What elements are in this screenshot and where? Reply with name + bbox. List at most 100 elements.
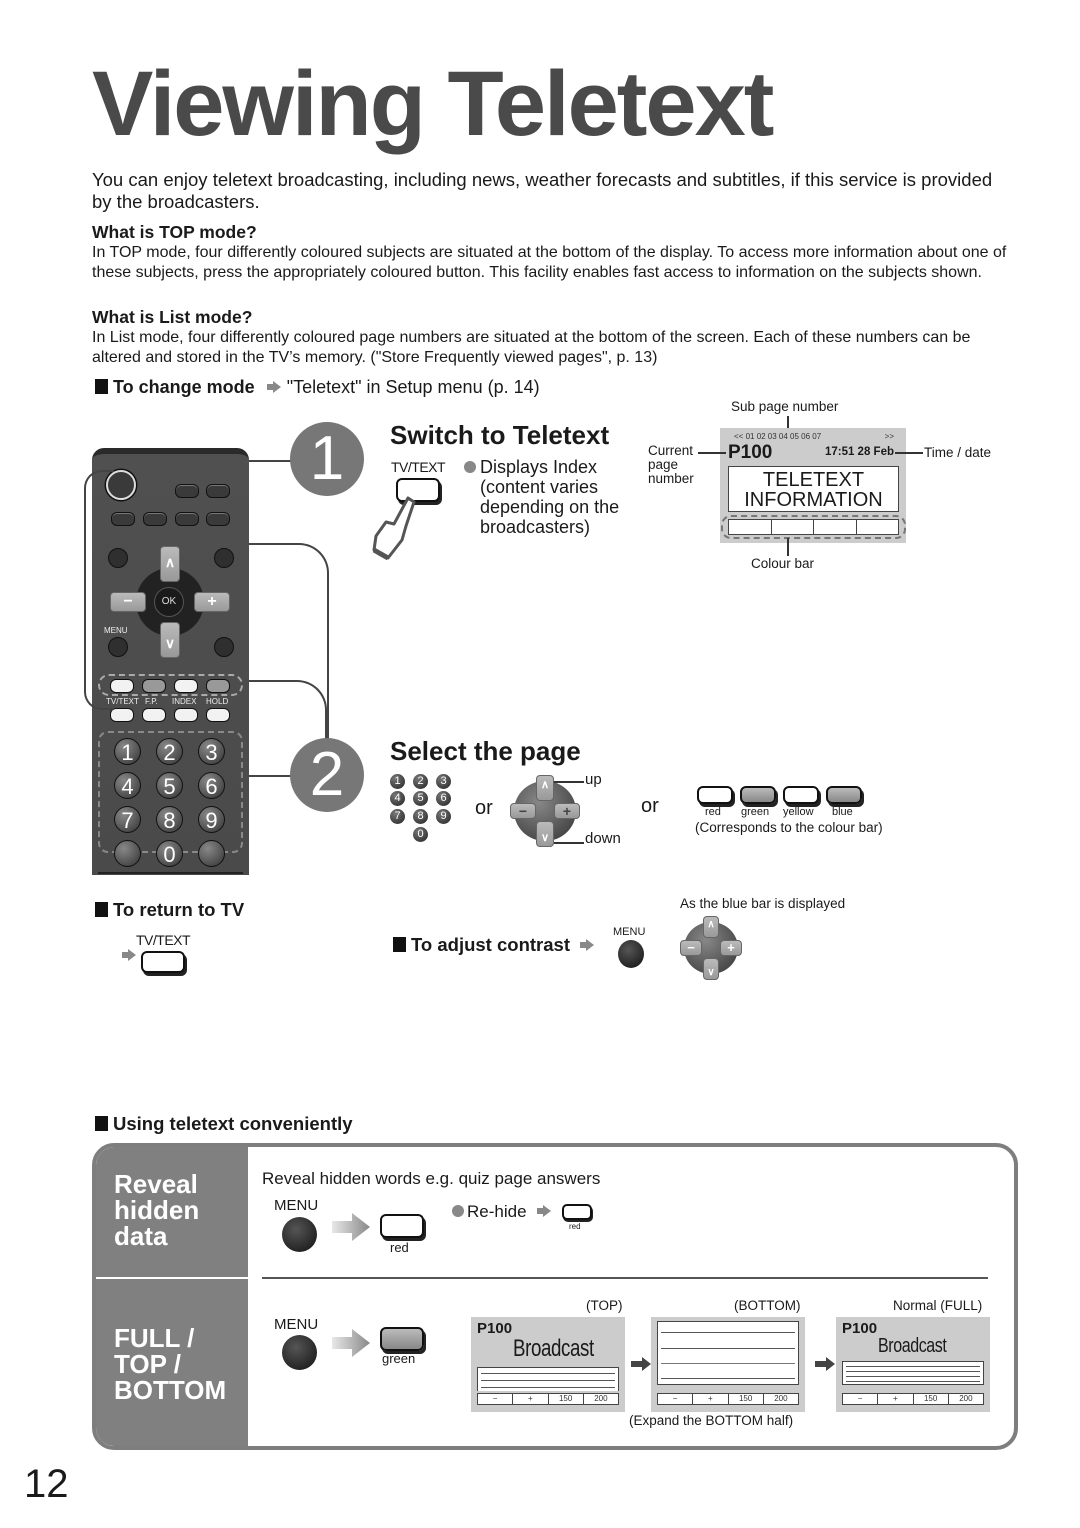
menu-button[interactable] <box>282 1335 317 1370</box>
bar-cell: 150 <box>549 1394 584 1404</box>
digit-5-key[interactable]: 5 <box>413 791 428 806</box>
remote-round-button[interactable] <box>214 637 234 657</box>
menu-label: MENU <box>613 926 646 938</box>
body-line: TELETEXT <box>762 469 865 491</box>
note-line: Displays Index <box>480 457 598 477</box>
red-key[interactable] <box>697 786 733 804</box>
digit-7-button[interactable]: 7 <box>114 806 141 833</box>
ok-button[interactable]: OK <box>154 587 184 617</box>
dpad-down-key[interactable]: ∨ <box>536 821 554 847</box>
remote-round-button[interactable] <box>198 840 225 867</box>
bullet-dot-icon <box>452 1205 464 1217</box>
digit-7-key[interactable]: 7 <box>390 809 405 824</box>
sub-pages: << 01 02 03 04 05 06 07 <box>734 432 822 441</box>
top-mode-text: In TOP mode, four differently coloured s… <box>92 244 1007 281</box>
digit-1-key[interactable]: 1 <box>390 774 405 789</box>
teletext-screen: << 01 02 03 04 05 06 07 >> P100 17:51 28… <box>720 428 906 543</box>
remote-button[interactable] <box>206 512 230 526</box>
convenient-panel: Reveal hidden data Reveal hidden words e… <box>92 1143 1018 1450</box>
screen-caption: Normal (FULL) <box>893 1298 983 1313</box>
screen-page: P100 <box>842 1320 878 1337</box>
arrow-right-icon <box>579 939 594 951</box>
digit-1-button[interactable]: 1 <box>114 738 141 765</box>
index-button[interactable] <box>174 708 198 722</box>
tvtext-key-label: TV/TEXT <box>391 459 446 475</box>
bar-cell: 200 <box>959 1394 973 1403</box>
dpad-plus-key[interactable]: + <box>554 803 580 819</box>
tvtext-key[interactable] <box>141 951 185 973</box>
digit-4-key[interactable]: 4 <box>390 791 405 806</box>
remote-button[interactable] <box>206 484 230 498</box>
connector-line <box>84 470 114 710</box>
dpad-minus-key[interactable]: − <box>510 803 536 819</box>
dpad-up-key[interactable]: ∧ <box>703 916 719 938</box>
bar-cell: − <box>843 1394 879 1404</box>
tvtext-key-label: TV/TEXT <box>136 932 191 948</box>
blue-button[interactable] <box>206 679 230 693</box>
dpad-diagram: ∧ ∨ − + <box>508 775 582 847</box>
digit-8-button[interactable]: 8 <box>156 806 183 833</box>
yellow-key[interactable] <box>783 786 819 804</box>
digit-9-button[interactable]: 9 <box>198 806 225 833</box>
remote-button[interactable] <box>175 484 199 498</box>
menu-button[interactable] <box>282 1217 317 1252</box>
text-lines <box>657 1321 799 1385</box>
arrow-right-icon <box>815 1357 835 1371</box>
digit-4-button[interactable]: 4 <box>114 772 141 799</box>
yellow-label: yellow <box>783 806 814 818</box>
arrow-right-icon <box>122 949 136 961</box>
screen-caption: (TOP) <box>586 1298 623 1313</box>
dpad-diagram: ∧ ∨ − + <box>678 916 744 980</box>
digit-2-button[interactable]: 2 <box>156 738 183 765</box>
menu-button[interactable] <box>618 940 644 968</box>
blue-key[interactable] <box>826 786 862 804</box>
digit-6-button[interactable]: 6 <box>198 772 225 799</box>
hold-label: HOLD <box>206 697 229 706</box>
digit-8-key[interactable]: 8 <box>413 809 428 824</box>
digit-3-key[interactable]: 3 <box>436 774 451 789</box>
yellow-button[interactable] <box>174 679 198 693</box>
dpad-up-key[interactable]: ∧ <box>536 775 554 801</box>
digit-9-key[interactable]: 9 <box>436 809 451 824</box>
bottom-mode-screen: − + 150 200 <box>651 1317 805 1412</box>
remote-round-button[interactable] <box>114 840 141 867</box>
remote-button[interactable] <box>175 512 199 526</box>
digit-3-button[interactable]: 3 <box>198 738 225 765</box>
digit-0-key[interactable]: 0 <box>413 827 428 842</box>
bullet-square-icon <box>95 379 108 394</box>
digit-2-key[interactable]: 2 <box>413 774 428 789</box>
remote-button[interactable] <box>111 512 135 526</box>
digit-0-button[interactable]: 0 <box>156 840 183 867</box>
fp-button[interactable] <box>142 708 166 722</box>
connector-line <box>249 460 294 462</box>
dpad-minus-key[interactable]: − <box>680 940 702 956</box>
tvtext-button[interactable] <box>110 708 134 722</box>
list-mode-heading: What is List mode? <box>92 307 253 327</box>
bar-cell: − <box>658 1394 694 1404</box>
colour-note: (Corresponds to the colour bar) <box>695 820 883 835</box>
green-key[interactable] <box>380 1327 424 1351</box>
up-label: up <box>585 771 602 788</box>
green-button[interactable] <box>142 679 166 693</box>
contrast-note: As the blue bar is displayed <box>680 896 846 911</box>
dpad-down-key[interactable]: ∨ <box>703 958 719 980</box>
red-key[interactable] <box>380 1214 424 1238</box>
bar-cell: − <box>478 1394 514 1404</box>
dpad-plus-button[interactable]: + <box>194 592 230 612</box>
remote-round-button[interactable] <box>214 548 234 568</box>
hold-button[interactable] <box>206 708 230 722</box>
remote-button[interactable] <box>143 512 167 526</box>
top-mode-heading: What is TOP mode? <box>92 222 257 242</box>
side-line: Reveal <box>114 1169 198 1199</box>
dpad-down-button[interactable]: ∨ <box>160 622 180 658</box>
red-key[interactable] <box>562 1204 592 1220</box>
side-line: hidden <box>114 1195 200 1225</box>
convenient-heading: Using teletext conveniently <box>95 1113 353 1135</box>
reveal-side-label: Reveal hidden data <box>96 1147 248 1277</box>
dpad-minus-button[interactable]: − <box>110 592 146 612</box>
dpad-up-button[interactable]: ∧ <box>160 546 180 582</box>
digit-6-key[interactable]: 6 <box>436 791 451 806</box>
green-key[interactable] <box>740 786 776 804</box>
dpad-plus-key[interactable]: + <box>720 940 742 956</box>
digit-5-button[interactable]: 5 <box>156 772 183 799</box>
